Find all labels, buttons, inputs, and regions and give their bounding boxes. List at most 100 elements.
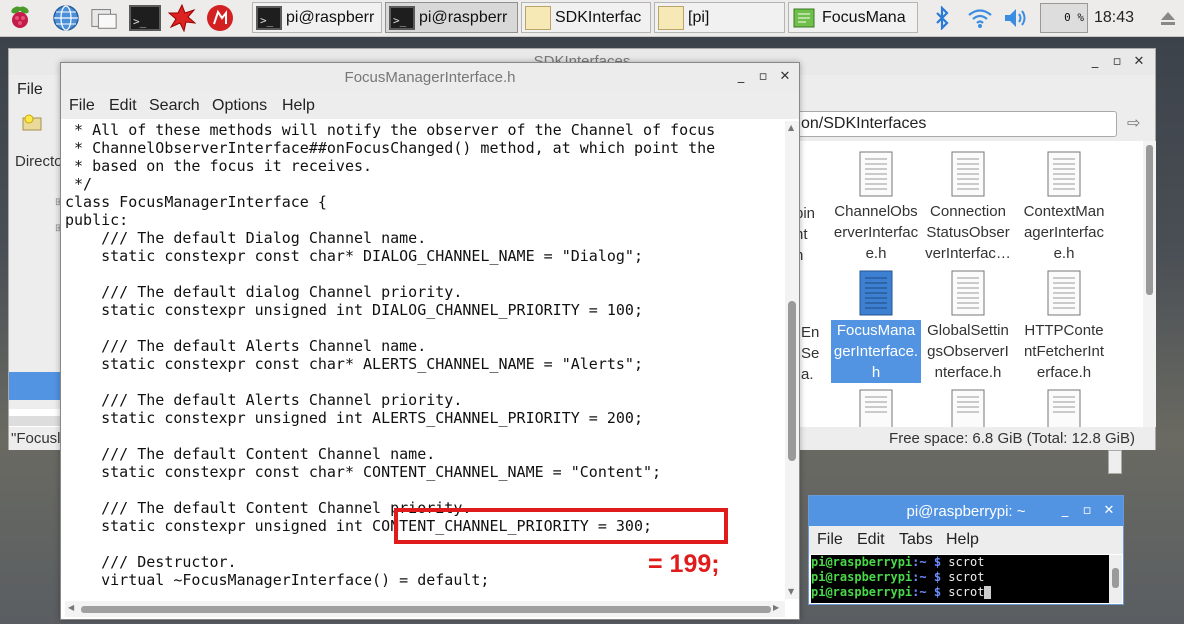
terminal-line: pi@raspberrypi:~ $ scrot (811, 585, 1109, 600)
path-bar[interactable]: on/SDKInterfaces (791, 111, 1117, 137)
wifi-icon[interactable] (966, 4, 994, 32)
maximize-button[interactable]: ▫ (1109, 54, 1125, 70)
directory-tree-pane[interactable]: Directo ⊞ ⊞ (9, 141, 63, 426)
tree-hscroll[interactable] (9, 416, 63, 426)
cpu-monitor[interactable]: 0 % (1040, 3, 1088, 33)
volume-icon[interactable] (1002, 4, 1030, 32)
terminal-title[interactable]: pi@raspberrypi: ~ (809, 496, 1123, 526)
minimize-button[interactable]: _ (1087, 54, 1103, 70)
task-label: FocusMana (822, 8, 906, 26)
file-name: FocusMana gerInterface. h (831, 320, 921, 383)
menu-tabs[interactable]: Tabs (899, 531, 933, 549)
web-browser-globe-icon[interactable] (52, 4, 80, 32)
task-label: SDKInterfac (555, 8, 642, 26)
selected-tree-row[interactable] (9, 372, 63, 400)
task-label: pi@raspberr (419, 8, 508, 26)
folder-icon (525, 5, 551, 30)
menu-help[interactable]: Help (282, 97, 315, 115)
status-selected-file: "Focusl (11, 430, 61, 447)
file-item-selected[interactable]: FocusMana gerInterface. h (831, 270, 921, 383)
file-view-scrollbar[interactable] (1143, 141, 1156, 427)
file-item[interactable]: Connection StatusObser verInterfac… (923, 151, 1013, 264)
go-arrow-icon[interactable]: ⇨ (1127, 113, 1140, 132)
status-free-space: Free space: 6.8 GiB (Total: 12.8 GiB) (889, 430, 1135, 447)
code-line: static constexpr const char* CONTENT_CHA… (65, 463, 662, 481)
maximize-button[interactable]: ▫ (1079, 503, 1095, 519)
terminal-line: pi@raspberrypi:~ $ scrot (811, 570, 985, 584)
clock[interactable]: 18:43 (1094, 9, 1134, 27)
code-line: static constexpr const char* ALERTS_CHAN… (65, 355, 643, 373)
file-manager-edge (1108, 450, 1122, 474)
menu-search[interactable]: Search (149, 97, 200, 115)
file-icon-view: pin nt h En Se a. ChannelObserverInterfa… (793, 141, 1143, 427)
editor-title[interactable]: FocusManagerInterface.h (61, 63, 799, 91)
scroll-thumb[interactable] (1146, 145, 1153, 295)
code-line: static constexpr unsigned int DIALOG_CHA… (65, 301, 643, 319)
text-file-icon[interactable] (951, 389, 985, 427)
eject-icon[interactable] (1154, 4, 1182, 32)
mathematica-icon[interactable] (168, 4, 196, 32)
close-button[interactable]: ✕ (1101, 503, 1117, 519)
terminal-screen[interactable]: pi@raspberrypi:~ $ scrot pi@raspberrypi:… (811, 555, 1109, 603)
scroll-thumb[interactable] (1112, 568, 1119, 588)
terminal-menubar: File Edit Tabs Help (809, 526, 1123, 554)
menu-file[interactable]: File (817, 531, 843, 549)
code-line: /// The default Alerts Channel priority. (65, 391, 463, 409)
task-button-pi-folder[interactable]: [pi] (654, 2, 785, 33)
close-button[interactable]: ✕ (1131, 54, 1147, 70)
scroll-thumb[interactable] (81, 606, 771, 613)
code-line: * ChannelObserverInterface##onFocusChang… (65, 139, 716, 157)
terminal-scrollbar[interactable] (1109, 555, 1122, 603)
terminal-icon: >_ (256, 5, 282, 30)
new-folder-icon[interactable] (21, 113, 43, 137)
code-line: virtual ~FocusManagerInterface() = defau… (65, 571, 490, 589)
editor-menubar: File Edit Search Options Help (61, 91, 799, 119)
terminal-window: pi@raspberrypi: ~ _ ▫ ✕ File Edit Tabs H… (808, 495, 1124, 605)
code-line: public: (65, 211, 129, 229)
scroll-thumb[interactable] (788, 301, 796, 461)
raspberry-menu-icon[interactable] (6, 4, 34, 32)
file-name: GlobalSettin gsObserverI nterface.h (927, 322, 1009, 381)
scroll-left-arrow-icon[interactable]: ◀ (68, 603, 74, 612)
file-item[interactable]: GlobalSettin gsObserverI nterface.h (923, 270, 1013, 383)
text-file-icon[interactable] (1047, 389, 1081, 427)
file-name: HTTPConte ntFetcherInt erface.h (1023, 322, 1105, 381)
menu-file[interactable]: File (69, 97, 95, 115)
scroll-up-arrow-icon[interactable]: ▲ (788, 123, 794, 132)
menu-file[interactable]: File (17, 81, 43, 99)
wolfram-icon[interactable] (206, 4, 234, 32)
code-line: */ (65, 175, 93, 193)
code-line: * All of these methods will notify the o… (65, 121, 716, 139)
text-file-icon[interactable] (859, 389, 893, 427)
text-file-icon (1047, 151, 1081, 197)
menu-edit[interactable]: Edit (857, 531, 885, 549)
task-button-terminal-1[interactable]: >_ pi@raspberr (252, 2, 382, 33)
terminal-launcher-icon[interactable]: >_ (128, 4, 162, 32)
file-item[interactable]: ContextMan agerInterfac e.h (1019, 151, 1109, 264)
file-item[interactable]: ChannelObs erverInterfac e.h (831, 151, 921, 264)
maximize-button[interactable]: ▫ (755, 69, 771, 85)
file-manager-folder-icon[interactable] (90, 4, 118, 32)
partial-file-item[interactable]: En Se a. (801, 322, 819, 385)
file-item[interactable]: HTTPConte ntFetcherInt erface.h (1019, 270, 1109, 383)
file-name: ContextMan agerInterfac e.h (1023, 203, 1105, 262)
code-line: * based on the focus it receives. (65, 157, 373, 175)
file-name: Connection StatusObser verInterfac… (925, 203, 1011, 262)
task-button-sdkinterfaces[interactable]: SDKInterfac (521, 2, 651, 33)
editor-vscrollbar[interactable]: ▲ ▼ (785, 121, 799, 599)
task-button-terminal-2[interactable]: >_ pi@raspberr (385, 2, 518, 33)
editor-hscrollbar[interactable]: ◀ ▶ (65, 601, 785, 617)
minimize-button[interactable]: _ (733, 69, 749, 85)
bluetooth-icon[interactable] (928, 4, 956, 32)
close-button[interactable]: ✕ (777, 69, 793, 85)
scroll-right-arrow-icon[interactable]: ▶ (773, 603, 779, 612)
annotation-text: = 199; (648, 550, 720, 578)
folder-icon (658, 5, 684, 30)
task-button-focusmanager-editor[interactable]: FocusMana (788, 2, 918, 33)
text-file-icon (859, 151, 893, 197)
minimize-button[interactable]: _ (1057, 503, 1073, 519)
menu-options[interactable]: Options (212, 97, 267, 115)
scroll-down-arrow-icon[interactable]: ▼ (788, 587, 794, 596)
menu-help[interactable]: Help (946, 531, 979, 549)
menu-edit[interactable]: Edit (109, 97, 137, 115)
